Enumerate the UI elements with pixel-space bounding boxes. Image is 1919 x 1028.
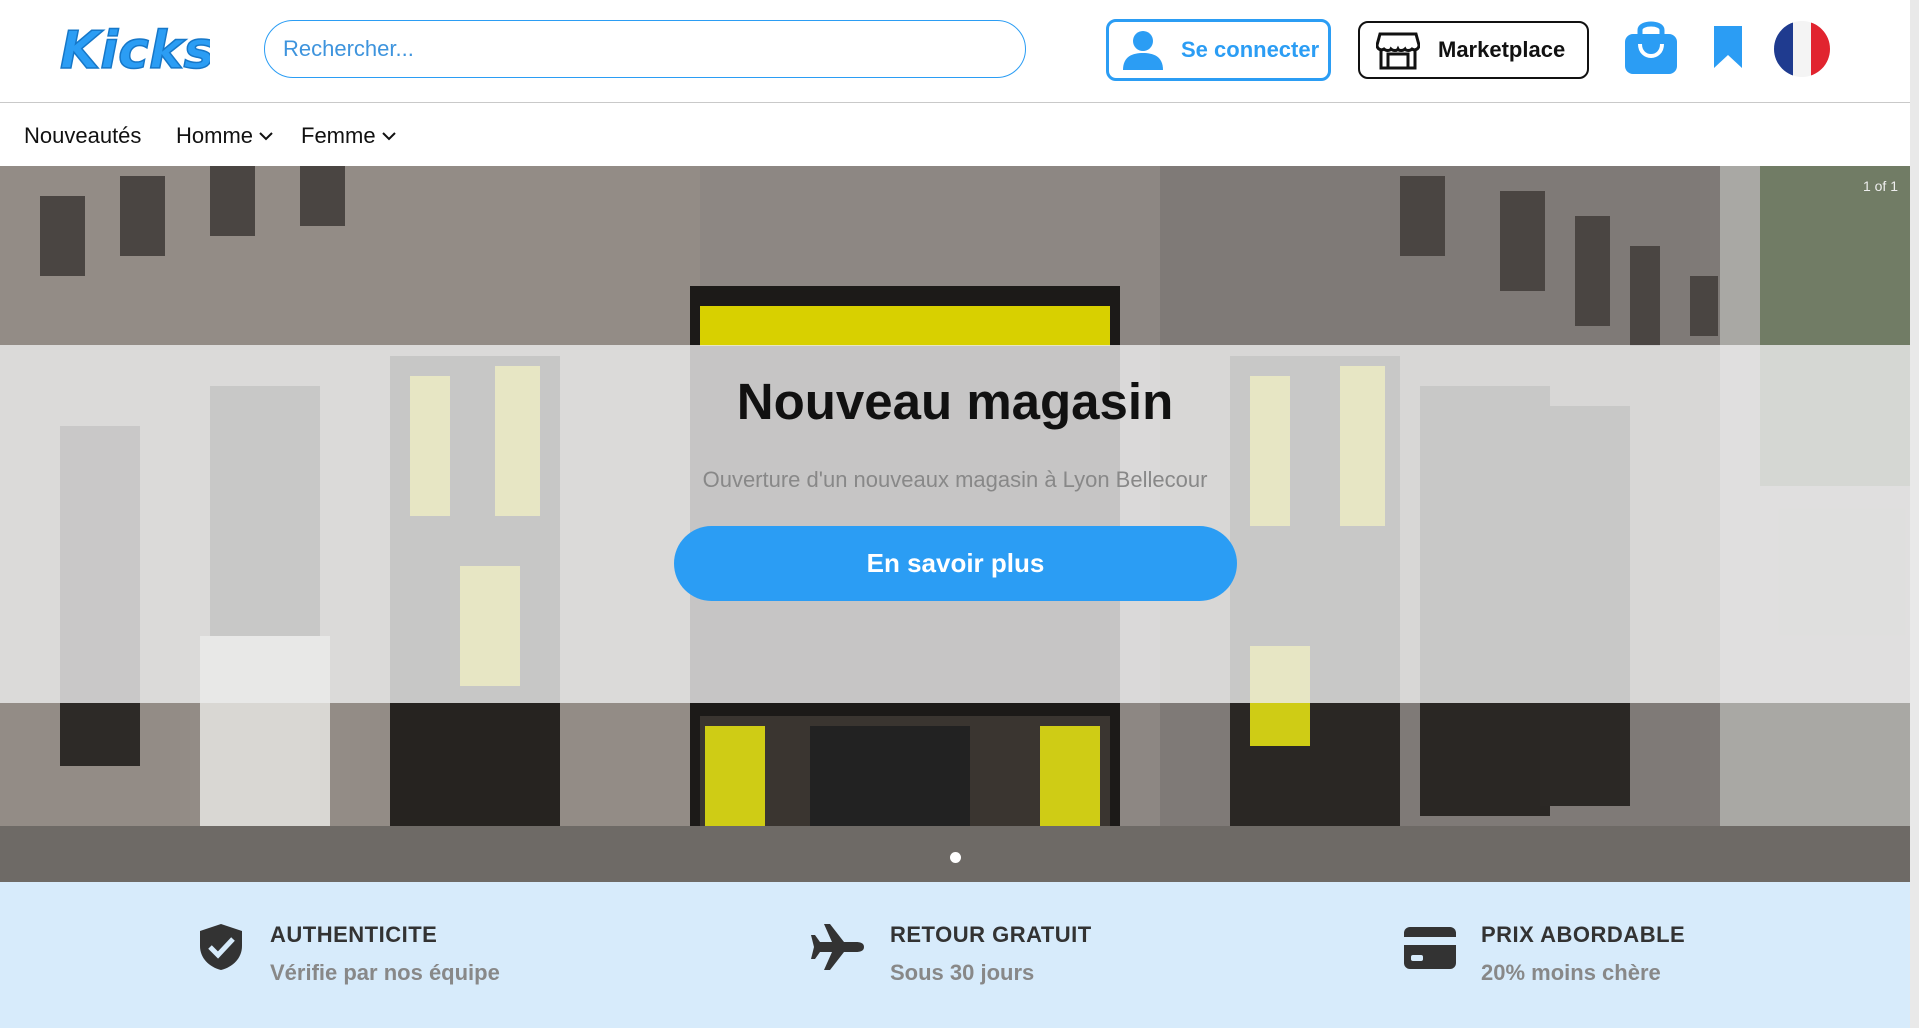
feature-subtitle: 20% moins chère (1481, 960, 1661, 985)
marketplace-button[interactable]: Marketplace (1358, 21, 1589, 79)
kicks-logo[interactable]: Kicks (60, 14, 210, 84)
nav-label: Homme (176, 123, 254, 148)
login-label: Se connecter (1181, 37, 1320, 62)
learn-more-button[interactable]: En savoir plus (674, 526, 1237, 601)
nav-label: Nouveautés (24, 123, 142, 148)
logo-text: Kicks (60, 21, 210, 81)
feature-title: RETOUR GRATUIT (890, 922, 1092, 947)
hero-carousel: 1 of 1 Nouveau magasin Ouverture d'un no… (0, 166, 1910, 882)
shopping-bag-icon[interactable] (1623, 16, 1679, 76)
marketplace-label: Marketplace (1438, 37, 1566, 62)
slide-counter: 1 of 1 (1862, 178, 1898, 194)
features-bar: AUTHENTICITE Vérifie par nos équipe RETO… (0, 882, 1910, 1028)
nav-item-nouveautes[interactable]: Nouveautés (24, 123, 141, 149)
feature-title: PRIX ABORDABLE (1481, 922, 1686, 947)
feature-authenticity: AUTHENTICITE Vérifie par nos équipe (196, 922, 500, 986)
hero-subtitle: Ouverture d'un nouveaux magasin à Lyon B… (702, 467, 1208, 492)
chevron-down-icon (259, 132, 273, 141)
page-scrollbar[interactable] (1910, 0, 1919, 1028)
france-flag-icon[interactable] (1773, 20, 1831, 78)
login-button[interactable]: Se connecter (1106, 19, 1331, 81)
nav-label: Femme (301, 123, 376, 148)
shield-check-icon (200, 924, 242, 970)
hero-title: Nouveau magasin (736, 373, 1174, 430)
feature-title: AUTHENTICITE (270, 922, 438, 947)
user-icon (1123, 31, 1163, 70)
nav-item-homme[interactable]: Homme (176, 123, 273, 149)
search-input[interactable] (264, 20, 1026, 78)
main-nav: Nouveautés Homme Femme (0, 103, 1910, 166)
site-header: Kicks Se connecter Marketplace (0, 0, 1910, 103)
feature-subtitle: Vérifie par nos équipe (270, 960, 500, 985)
nav-item-femme[interactable]: Femme (301, 123, 396, 149)
store-icon (1376, 32, 1420, 70)
chevron-down-icon (381, 132, 396, 141)
feature-free-return: RETOUR GRATUIT Sous 30 jours (810, 922, 1092, 986)
credit-card-icon (1404, 927, 1456, 969)
carousel-dot[interactable] (950, 852, 961, 863)
feature-subtitle: Sous 30 jours (890, 960, 1035, 985)
airplane-icon (811, 924, 864, 970)
bookmark-icon[interactable] (1712, 24, 1744, 70)
feature-affordable-price: PRIX ABORDABLE 20% moins chère (1403, 922, 1685, 986)
